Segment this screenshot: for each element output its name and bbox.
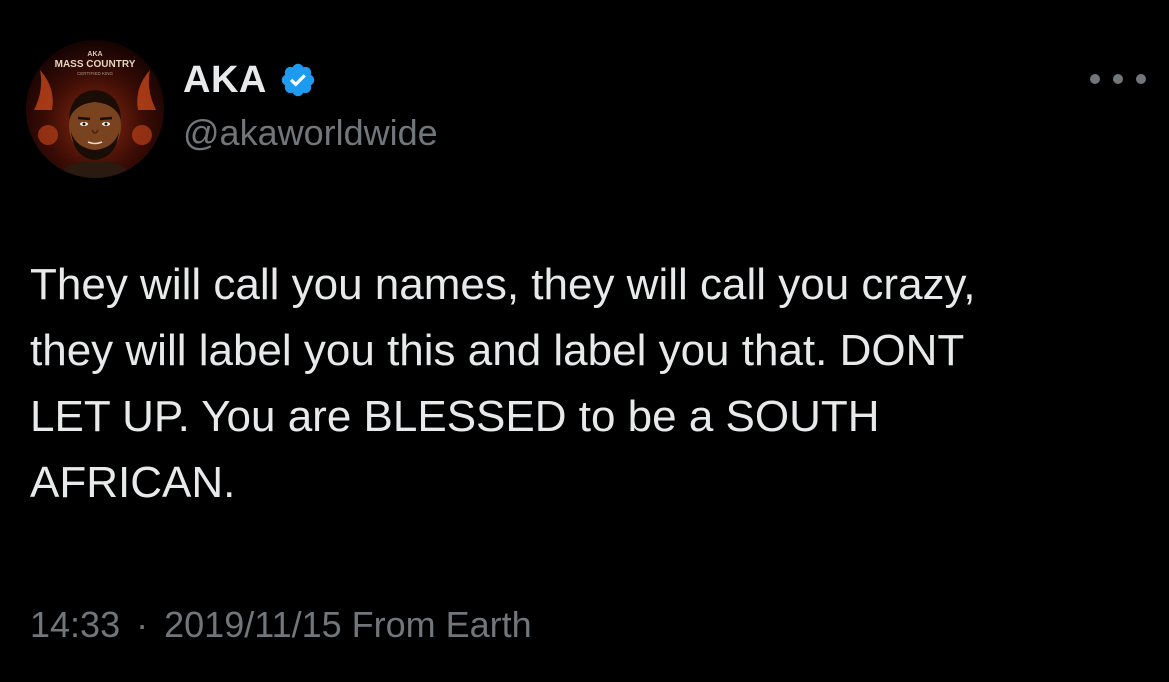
tweet-time[interactable]: 14:33 — [30, 604, 120, 645]
avatar-illustration: AKA MASS COUNTRY CERTIFIED KING — [26, 40, 164, 178]
tweet-source: From Earth — [351, 604, 532, 645]
more-dot — [1113, 74, 1123, 84]
tweet-date[interactable]: 2019/11/15 — [164, 604, 342, 645]
avatar-text-sub: CERTIFIED KING — [77, 71, 113, 76]
avatar-text-main: MASS COUNTRY — [55, 59, 136, 70]
author-display-name[interactable]: AKA — [183, 59, 267, 102]
tweet-card: AKA MASS COUNTRY CERTIFIED KING AKA @aka… — [0, 0, 1169, 682]
tweet-text: They will call you names, they will call… — [30, 260, 976, 507]
meta-separator: · — [136, 604, 149, 645]
more-horizontal-icon[interactable] — [1090, 64, 1146, 94]
avatar[interactable]: AKA MASS COUNTRY CERTIFIED KING — [26, 40, 164, 178]
author-name-row: AKA — [183, 56, 317, 104]
avatar-text-top: AKA — [87, 51, 102, 58]
verified-badge-icon — [279, 61, 317, 99]
author-handle[interactable]: @akaworldwide — [183, 112, 438, 154]
more-dot — [1136, 74, 1146, 84]
tweet-meta: 14:33 · 2019/11/15 From Earth — [30, 604, 532, 646]
more-dot — [1090, 74, 1100, 84]
